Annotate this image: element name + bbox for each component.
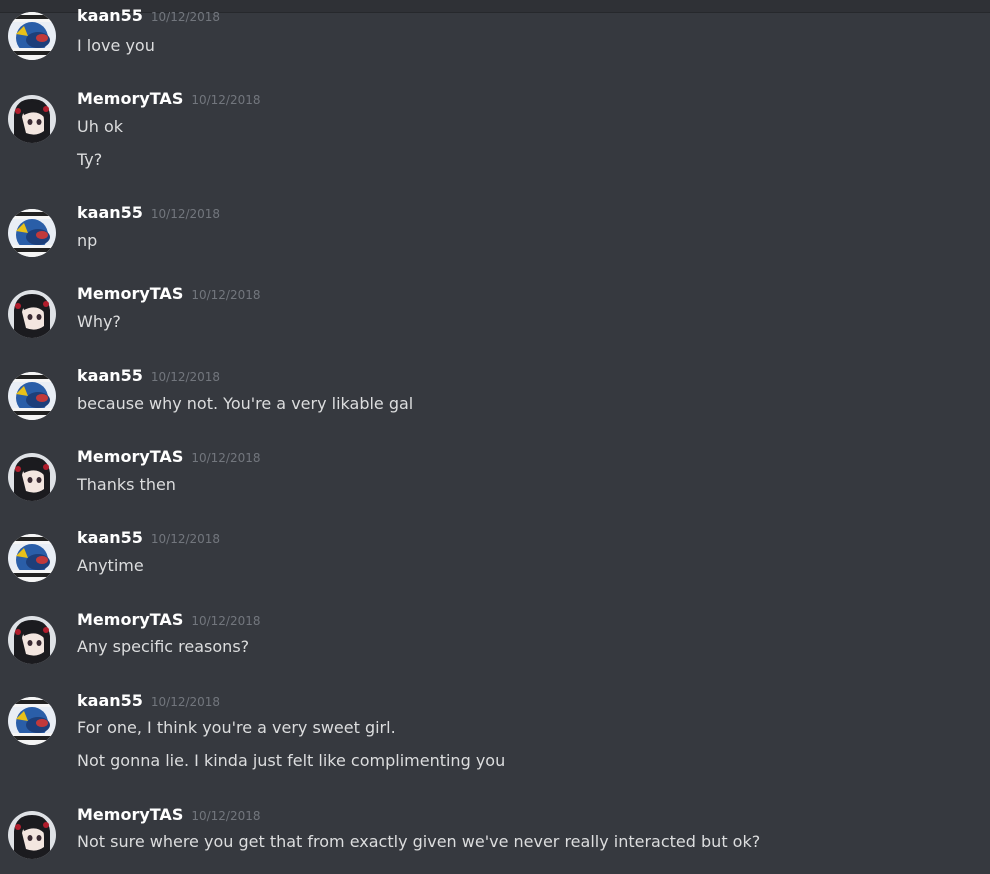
timestamp: 10/12/2018	[150, 695, 221, 709]
message-header: kaan55 10/12/2018	[77, 691, 220, 713]
message-text: Ty?	[77, 150, 103, 169]
timestamp: 10/12/2018	[191, 93, 261, 107]
username[interactable]: MemoryTAS	[77, 284, 183, 303]
memorytas-avatar[interactable]	[8, 290, 56, 338]
timestamp: 10/12/2018	[150, 532, 221, 546]
message-text: Any specific reasons?	[77, 637, 250, 656]
kaan55-avatar[interactable]	[8, 534, 56, 582]
username[interactable]: kaan55	[77, 528, 143, 547]
message-text: Uh ok	[77, 117, 123, 136]
kaan55-avatar[interactable]	[8, 209, 56, 257]
message-text: Why?	[77, 312, 121, 331]
message-text: I love you	[77, 36, 155, 55]
timestamp: 10/12/2018	[150, 370, 221, 384]
message-text: Thanks then	[77, 475, 176, 494]
message-header: MemoryTAS 10/12/2018	[77, 610, 261, 632]
username[interactable]: kaan55	[77, 6, 143, 25]
username[interactable]: MemoryTAS	[77, 89, 183, 108]
username[interactable]: MemoryTAS	[77, 447, 183, 466]
kaan55-avatar[interactable]	[8, 697, 56, 745]
memorytas-avatar[interactable]	[8, 616, 56, 664]
timestamp: 10/12/2018	[191, 809, 261, 823]
username[interactable]: MemoryTAS	[77, 610, 183, 629]
username[interactable]: kaan55	[77, 691, 143, 710]
message-text: because why not. You're a very likable g…	[77, 394, 414, 413]
message-text: Anytime	[77, 556, 144, 575]
message-header: kaan55 10/12/2018	[77, 366, 220, 388]
message-header: MemoryTAS 10/12/2018	[77, 89, 261, 111]
timestamp: 10/12/2018	[150, 207, 221, 221]
message-list[interactable]: kaan55 10/12/2018 I love you MemoryTAS 10/…	[0, 0, 990, 874]
username[interactable]: MemoryTAS	[77, 805, 183, 824]
timestamp: 10/12/2018	[191, 288, 261, 302]
memorytas-avatar[interactable]	[8, 95, 56, 143]
timestamp: 10/12/2018	[150, 10, 221, 24]
kaan55-avatar[interactable]	[8, 372, 56, 420]
memorytas-avatar[interactable]	[8, 811, 56, 859]
message-header: MemoryTAS 10/12/2018	[77, 805, 261, 827]
message-text: For one, I think you're a very sweet gir…	[77, 718, 396, 737]
message-header: kaan55 10/12/2018	[77, 6, 220, 28]
timestamp: 10/12/2018	[191, 451, 261, 465]
message-header: kaan55 10/12/2018	[77, 203, 220, 225]
username[interactable]: kaan55	[77, 366, 143, 385]
message-header: MemoryTAS 10/12/2018	[77, 284, 261, 306]
message-text: np	[77, 231, 98, 250]
message-header: MemoryTAS 10/12/2018	[77, 447, 261, 469]
message-text: Not sure where you get that from exactly…	[77, 832, 761, 851]
message-header: kaan55 10/12/2018	[77, 528, 220, 550]
message-text: Not gonna lie. I kinda just felt like co…	[77, 751, 506, 770]
username[interactable]: kaan55	[77, 203, 143, 222]
kaan55-avatar[interactable]	[8, 12, 56, 60]
timestamp: 10/12/2018	[191, 614, 261, 628]
memorytas-avatar[interactable]	[8, 453, 56, 501]
